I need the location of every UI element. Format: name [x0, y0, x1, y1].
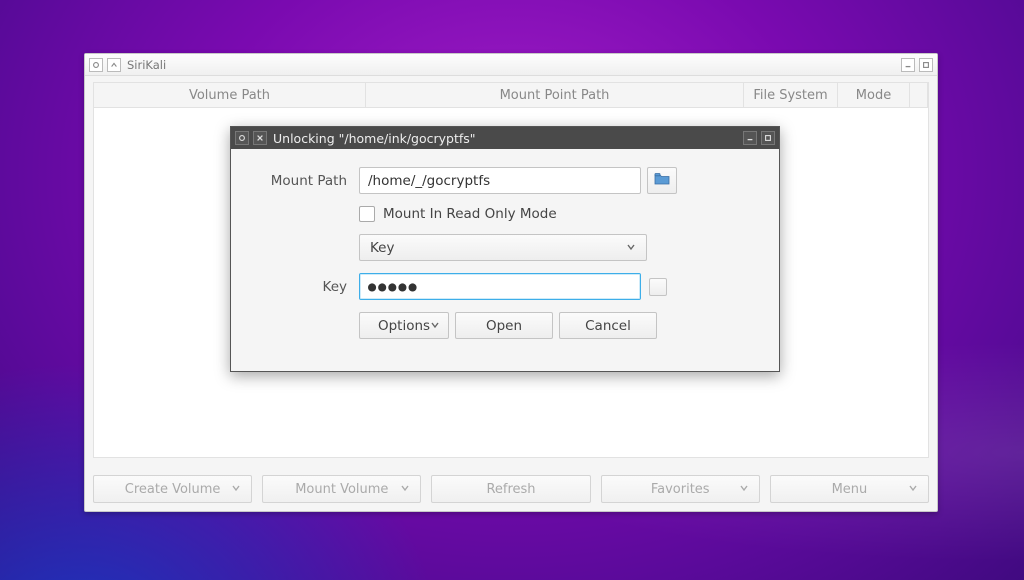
auth-method-value: Key — [370, 240, 394, 256]
key-label: Key — [253, 279, 359, 295]
chevron-down-icon — [908, 482, 918, 497]
dialog-title: Unlocking "/home/ink/gocryptfs" — [273, 131, 476, 146]
cancel-button[interactable]: Cancel — [559, 312, 657, 339]
menu-label: Menu — [832, 482, 868, 497]
window-title: SiriKali — [127, 58, 166, 72]
dialog-minimize-icon[interactable] — [743, 131, 757, 145]
unlock-dialog: Unlocking "/home/ink/gocryptfs" Mount Pa… — [230, 126, 780, 372]
open-button[interactable]: Open — [455, 312, 553, 339]
chevron-down-icon — [430, 318, 440, 334]
bottom-toolbar: Create Volume Mount Volume Refresh Favor… — [93, 475, 929, 503]
dialog-close-icon[interactable] — [253, 131, 267, 145]
mount-path-label: Mount Path — [253, 173, 359, 189]
maximize-icon[interactable] — [919, 58, 933, 72]
col-volume-path[interactable]: Volume Path — [94, 83, 366, 107]
col-padding — [910, 83, 928, 107]
desktop-background: SiriKali Volume Path Mount Point Path Fi… — [0, 0, 1024, 580]
show-password-toggle[interactable] — [649, 278, 667, 296]
window-roll-icon[interactable] — [107, 58, 121, 72]
mount-volume-button[interactable]: Mount Volume — [262, 475, 421, 503]
chevron-down-icon — [400, 482, 410, 497]
col-mount-point-path[interactable]: Mount Point Path — [366, 83, 744, 107]
minimize-icon[interactable] — [901, 58, 915, 72]
auth-method-select[interactable]: Key — [359, 234, 647, 261]
create-volume-button[interactable]: Create Volume — [93, 475, 252, 503]
refresh-button[interactable]: Refresh — [431, 475, 590, 503]
read-only-checkbox[interactable] — [359, 206, 375, 222]
mount-path-input[interactable] — [359, 167, 641, 194]
col-mode[interactable]: Mode — [838, 83, 910, 107]
mount-volume-label: Mount Volume — [295, 482, 388, 497]
folder-icon — [654, 172, 670, 189]
chevron-down-icon — [231, 482, 241, 497]
create-volume-label: Create Volume — [125, 482, 221, 497]
dialog-pin-icon[interactable] — [235, 131, 249, 145]
menu-button[interactable]: Menu — [770, 475, 929, 503]
refresh-label: Refresh — [486, 482, 535, 497]
favorites-label: Favorites — [651, 482, 710, 497]
options-button[interactable]: Options — [359, 312, 449, 339]
table-header: Volume Path Mount Point Path File System… — [93, 82, 929, 108]
chevron-down-icon — [739, 482, 749, 497]
dialog-titlebar: Unlocking "/home/ink/gocryptfs" — [231, 127, 779, 149]
titlebar: SiriKali — [85, 54, 937, 76]
main-window: SiriKali Volume Path Mount Point Path Fi… — [84, 53, 938, 512]
cancel-label: Cancel — [585, 318, 631, 334]
dialog-maximize-icon[interactable] — [761, 131, 775, 145]
read-only-label: Mount In Read Only Mode — [383, 206, 557, 222]
options-label: Options — [378, 318, 430, 334]
window-pin-icon[interactable] — [89, 58, 103, 72]
open-label: Open — [486, 318, 522, 334]
browse-folder-button[interactable] — [647, 167, 677, 194]
dialog-body: Mount Path Mount In Read Only Mode — [231, 149, 779, 357]
col-file-system[interactable]: File System — [744, 83, 838, 107]
chevron-down-icon — [626, 240, 636, 256]
favorites-button[interactable]: Favorites — [601, 475, 760, 503]
key-input[interactable] — [359, 273, 641, 300]
